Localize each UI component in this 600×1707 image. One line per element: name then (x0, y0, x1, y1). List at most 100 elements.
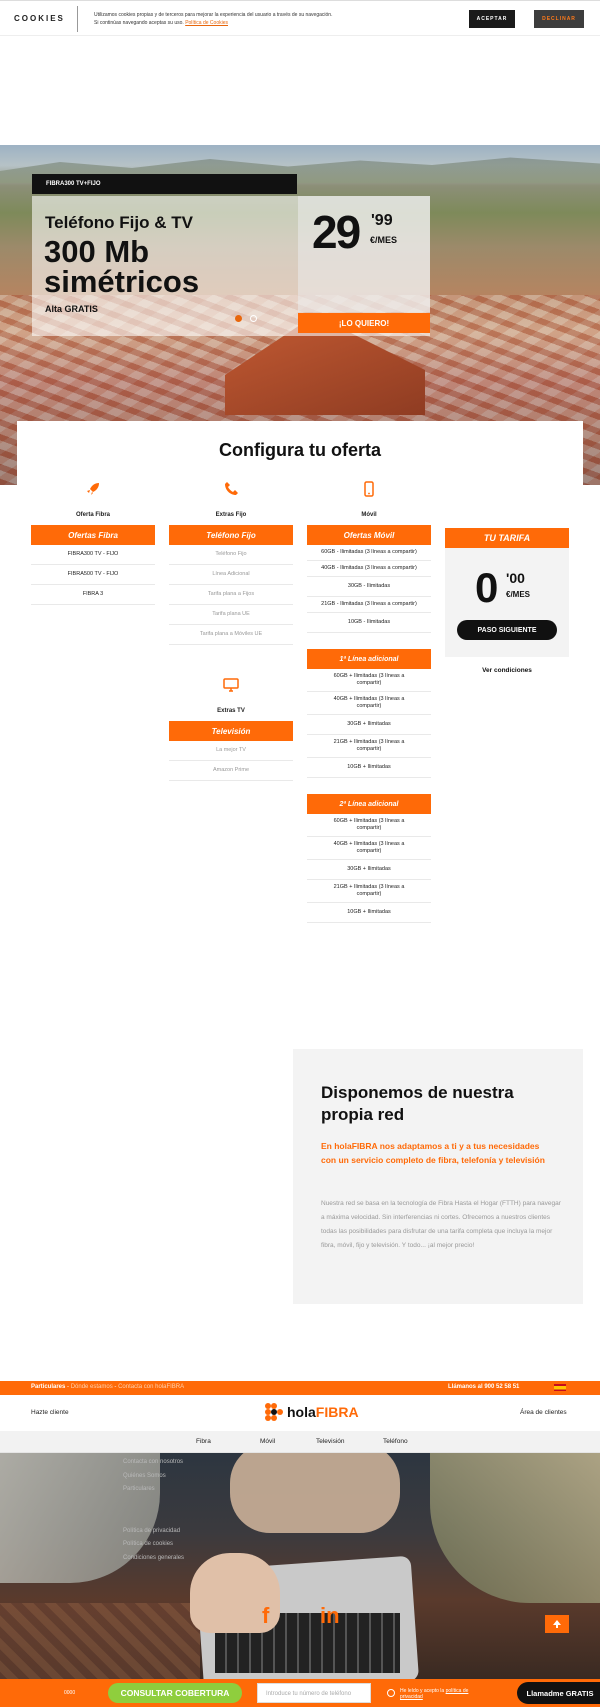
tv-icon (223, 677, 239, 693)
fibra-option[interactable]: FIBRA 3 (31, 585, 155, 605)
strip-donde[interactable]: Dónde estamos (71, 1384, 113, 1390)
footer-link[interactable]: Particulares (123, 1483, 184, 1497)
area-clientes-link[interactable]: Área de clientes (520, 1409, 567, 1416)
lo-quiero-button[interactable]: ¡LO QUIERO! (298, 313, 430, 333)
scroll-top-button[interactable] (545, 1615, 569, 1633)
footer-link[interactable] (123, 1497, 184, 1511)
tv-option[interactable]: Amazon Prime (169, 761, 293, 781)
line1-header[interactable]: 1ª Línea adicional (307, 649, 431, 669)
arrow-up-icon (553, 1620, 561, 1628)
cookie-title: COOKIES (14, 14, 65, 23)
fijo-option[interactable]: Tarifa plana a Fijos (169, 585, 293, 605)
fijo-option[interactable]: Teléfono Fijo (169, 545, 293, 565)
movil-option[interactable]: 10GB - Ilimitadas (307, 613, 431, 633)
config-section: Configura tu oferta Oferta Fibra Ofertas… (17, 421, 583, 991)
llamadme-gratis-button[interactable]: Llamadme GRATIS (517, 1682, 600, 1704)
next-step-button[interactable]: PASO SIGUIENTE (457, 620, 557, 640)
nav-movil[interactable]: Móvil (260, 1438, 275, 1445)
line1-option[interactable]: 30GB + Ilimitadas (307, 715, 431, 735)
network-body: Nuestra red se basa en la tecnología de … (321, 1200, 561, 1249)
fibra-caption: Oferta Fibra (75, 512, 110, 518)
photo-rug (0, 1603, 200, 1679)
fijo-option[interactable]: Línea Adicional (169, 565, 293, 585)
privacy-legal: He leído y acepto la política de privaci… (400, 1688, 480, 1700)
logo-fibra: FIBRA (315, 1404, 359, 1420)
facebook-icon[interactable]: f (262, 1603, 269, 1629)
photo-knees (230, 1453, 400, 1533)
cookie-divider (77, 6, 78, 32)
movil-option[interactable]: 21GB - Ilimitadas (3 líneas a compartir) (307, 597, 431, 613)
conditions-link[interactable]: Ver condiciones (445, 667, 569, 674)
spain-flag-icon[interactable] (554, 1384, 566, 1391)
tv-header[interactable]: Televisión (169, 721, 293, 741)
line2-option[interactable]: 30GB + Ilimitadas (307, 860, 431, 880)
line1-option[interactable]: 40GB + Ilimitadas (3 líneas a compartir) (307, 692, 431, 715)
footer-link[interactable]: Quiénes Somos (123, 1470, 184, 1484)
carousel-dot-active[interactable] (235, 315, 242, 322)
line2-header[interactable]: 2ª Línea adicional (307, 794, 431, 814)
line2-option[interactable]: 10GB + Ilimitadas (307, 903, 431, 923)
nav-fibra[interactable]: Fibra (196, 1438, 211, 1445)
movil-option[interactable]: 30GB - Ilimitadas (307, 577, 431, 597)
hero-alta: Alta GRATIS (45, 304, 98, 314)
hero-price-int: 29 (312, 206, 361, 258)
footer-menu: Contacta con nosotros Quiénes Somos Part… (123, 1456, 184, 1566)
footer-link[interactable]: Política de privacidad (123, 1525, 184, 1539)
movil-header[interactable]: Ofertas Móvil (307, 525, 431, 545)
cookie-policy-link[interactable]: Política de Cookies (185, 20, 228, 26)
movil-option[interactable]: 60GB - Ilimitadas (3 líneas a compartir) (307, 545, 431, 561)
strip-particulares[interactable]: Particulares (31, 1384, 65, 1390)
line1-option[interactable]: 21GB + Ilimitadas (3 líneas a compartir) (307, 735, 431, 758)
strip-contacta[interactable]: Contacta con holaFIBRA (118, 1384, 184, 1390)
nav-television[interactable]: Televisión (316, 1438, 345, 1445)
holafibra-logo[interactable]: holaFIBRA (265, 1403, 359, 1421)
photo-arm-right (430, 1453, 600, 1603)
fijo-header[interactable]: Teléfono Fijo (169, 525, 293, 545)
fijo-option[interactable]: Tarifa plana a Móviles UE (169, 625, 293, 645)
tarifa-price-unit: €/MES (506, 590, 531, 599)
decline-cookies-button[interactable]: DECLINAR (534, 10, 584, 28)
strip-sep: - (114, 1384, 117, 1390)
strip-call-number[interactable]: Llámanos al 900 52 58 51 (448, 1384, 519, 1390)
hero-headline: 300 Mb simétricos (44, 234, 200, 299)
hazte-cliente-link[interactable]: Hazte cliente (31, 1409, 69, 1416)
network-lead: En holaFIBRA nos adaptamos a ti y a tus … (321, 1141, 545, 1165)
tarifa-card: TU TARIFA 0 '00 €/MES PASO SIGUIENTE (445, 528, 569, 657)
tv-option[interactable]: La mejor TV (169, 741, 293, 761)
carousel-dot[interactable] (250, 315, 257, 322)
hero-price-dec: '99 (371, 212, 393, 229)
accept-cookies-button[interactable]: ACEPTAR (469, 10, 515, 28)
logo-hola: hola (287, 1404, 316, 1420)
footer-link[interactable]: Condiciones generales (123, 1552, 184, 1566)
fijo-caption: Extras Fijo (215, 512, 247, 518)
bottom-note: 0000 (64, 1690, 76, 1696)
linkedin-icon[interactable]: in (320, 1603, 340, 1629)
mobile-icon (361, 481, 377, 497)
line2-option[interactable]: 21GB + Ilimitadas (3 líneas a compartir) (307, 880, 431, 903)
nav-telefono[interactable]: Teléfono (383, 1438, 408, 1445)
tarifa-price-dec: '00 (506, 570, 525, 586)
hero-tag: FIBRA300 TV+FIJO (32, 174, 297, 194)
line1-option[interactable]: 60GB + Ilimitadas (3 líneas a compartir) (307, 669, 431, 692)
line2-option[interactable]: 60GB + Ilimitadas (3 líneas a compartir) (307, 814, 431, 837)
movil-option[interactable]: 40GB - Ilimitadas (3 líneas a compartir) (307, 561, 431, 577)
hands-laptop-photo (0, 1453, 600, 1679)
footer-link[interactable] (123, 1511, 184, 1525)
phone-icon (223, 481, 239, 497)
fijo-option[interactable]: Tarifa plana UE (169, 605, 293, 625)
cookie-text: Utilizamos cookies propias y de terceros… (94, 11, 394, 27)
phone-input[interactable]: Introduce tu número de teléfono (257, 1683, 371, 1703)
line2-option[interactable]: 40GB + Ilimitadas (3 líneas a compartir) (307, 837, 431, 860)
fibra-option[interactable]: FIBRA300 TV - FIJO (31, 545, 155, 565)
consultar-cobertura-button[interactable]: CONSULTAR COBERTURA (108, 1683, 242, 1703)
privacy-radio[interactable] (387, 1689, 395, 1697)
footer-link[interactable]: Política de cookies (123, 1538, 184, 1552)
fibra-option[interactable]: FIBRA500 TV - FIJO (31, 565, 155, 585)
fibra-header[interactable]: Ofertas Fibra (31, 525, 155, 545)
line1-option[interactable]: 10GB + Ilimitadas (307, 758, 431, 778)
tarifa-price-int: 0 (475, 564, 499, 611)
footer-link[interactable]: Contacta con nosotros (123, 1456, 184, 1470)
hero-subtitle: Teléfono Fijo & TV (45, 213, 193, 232)
movil-column: Móvil Ofertas Móvil 60GB - Ilimitadas (3… (307, 481, 431, 923)
logo-text: holaFIBRA (287, 1404, 359, 1420)
